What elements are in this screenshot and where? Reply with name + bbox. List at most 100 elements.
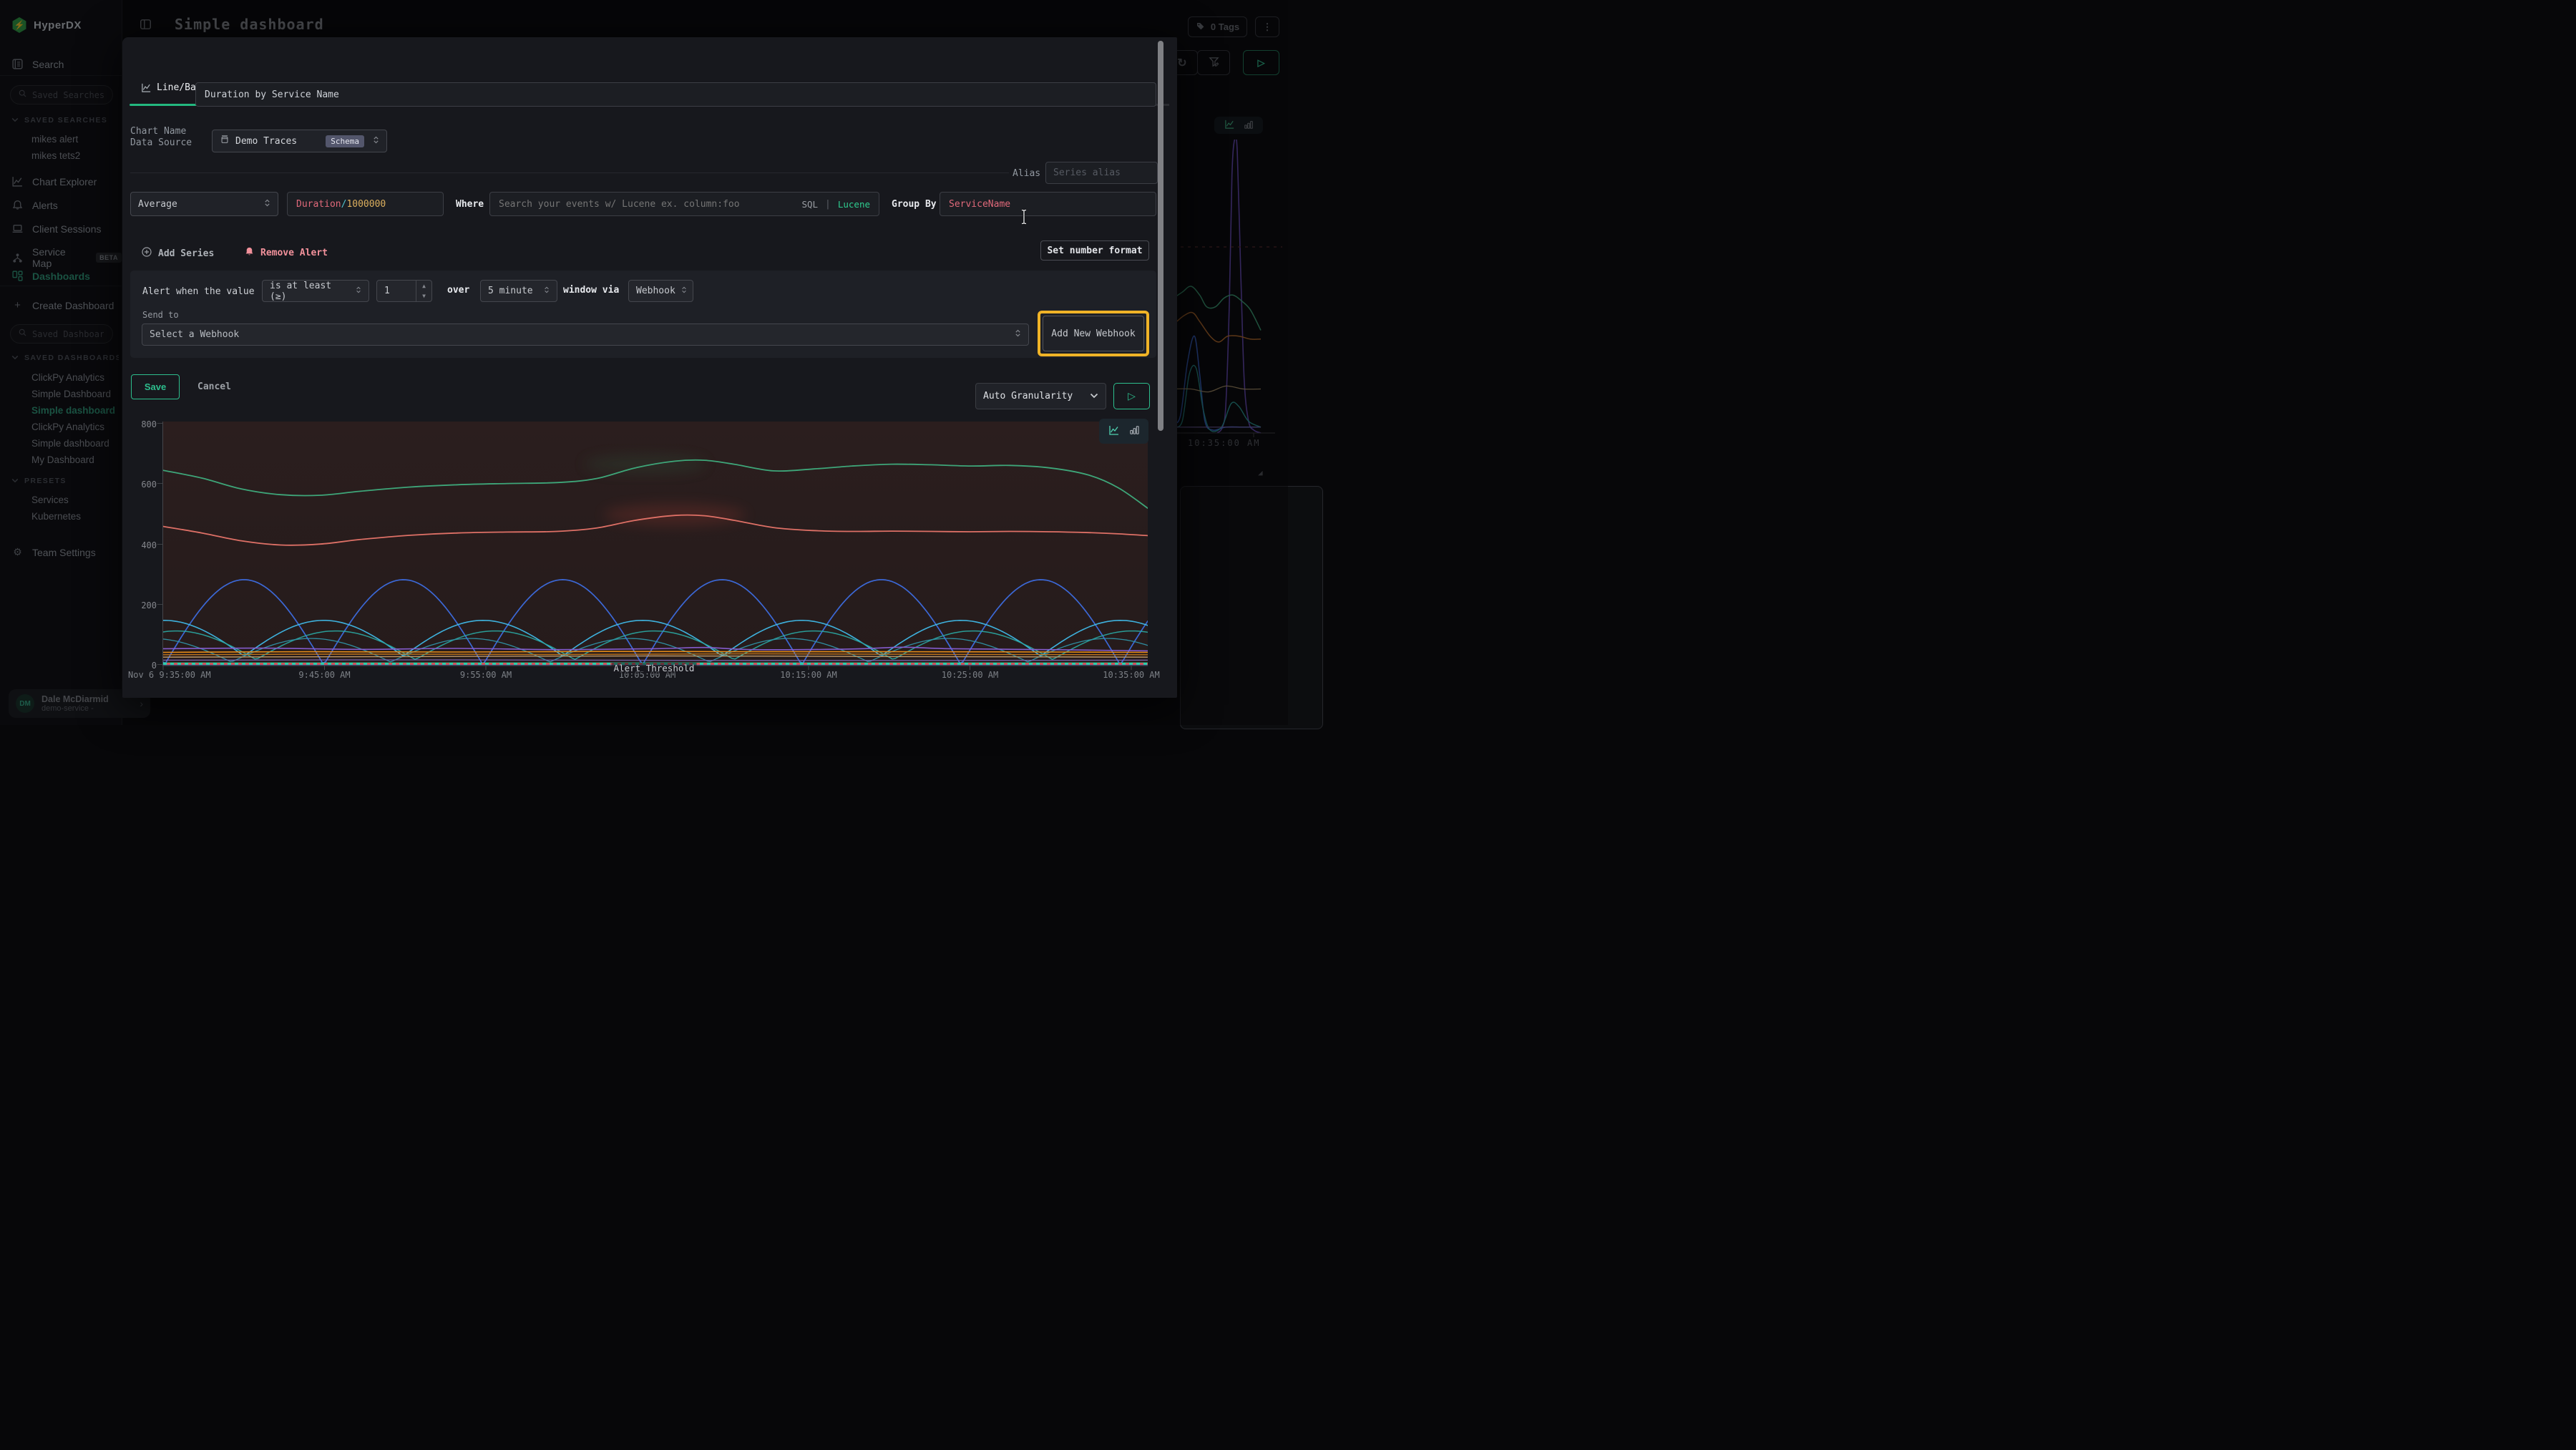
saved-searches-title[interactable]: SAVED SEARCHES xyxy=(11,116,119,125)
saved-searches-input[interactable] xyxy=(32,90,104,100)
x-tick-label: 10:25:00 AM xyxy=(942,670,998,680)
background-x-tick: 10:35:00 AM xyxy=(1188,438,1260,448)
chart-name-input[interactable] xyxy=(195,82,1156,107)
x-tick-label: 9:55:00 AM xyxy=(460,670,512,680)
sidebar-item-service-map[interactable]: Service Map BETA xyxy=(11,246,122,269)
updown-icon xyxy=(373,135,379,147)
sidebar-item-search[interactable]: Search xyxy=(11,58,64,70)
chart-explorer-icon xyxy=(11,175,24,188)
saved-dashboard-item[interactable]: My Dashboard xyxy=(31,452,122,468)
y-tick-label: 800 xyxy=(141,419,157,429)
saved-dashboards-title[interactable]: SAVED DASHBOARDS xyxy=(11,354,119,362)
caret-down-icon xyxy=(11,477,19,485)
stepper-arrows-icon[interactable]: ▲▼ xyxy=(416,281,431,301)
preset-item[interactable]: Kubernetes xyxy=(31,508,122,525)
caret-down-icon xyxy=(11,116,19,125)
group-by-input[interactable]: ServiceName xyxy=(940,192,1156,216)
filter-button[interactable] xyxy=(1197,50,1230,75)
set-number-format-button[interactable]: Set number format xyxy=(1040,240,1149,261)
background-chart-type-toggle[interactable] xyxy=(1214,117,1263,134)
resize-handle-icon[interactable]: ◢ xyxy=(1258,468,1263,477)
edit-chart-modal: Line/Bar Table 123 Number Search Markdow… xyxy=(122,37,1177,698)
saved-dashboard-item[interactable]: ClickPy Analytics xyxy=(31,419,122,435)
bar-chart-icon[interactable] xyxy=(1244,119,1254,132)
page-title: Simple dashboard xyxy=(175,16,324,33)
chart-type-toggle[interactable] xyxy=(1099,419,1148,444)
sql-mode-link[interactable]: SQL xyxy=(801,199,818,210)
tags-button[interactable]: 0 Tags xyxy=(1188,16,1247,37)
background-chart xyxy=(1174,140,1288,439)
presets-title[interactable]: PRESETS xyxy=(11,477,119,485)
granularity-select[interactable]: Auto Granularity xyxy=(975,383,1106,409)
saved-search-item[interactable]: mikes alert xyxy=(31,131,122,147)
updown-icon xyxy=(681,286,687,297)
gear-icon: ⚙ xyxy=(11,546,24,558)
alert-channel-select[interactable]: Webhook xyxy=(628,280,693,302)
data-source-select[interactable]: Demo Traces Schema xyxy=(212,130,387,152)
preset-item[interactable]: Services xyxy=(31,492,122,508)
saved-searches-search[interactable] xyxy=(10,85,113,104)
saved-search-item[interactable]: mikes tets2 xyxy=(31,147,122,164)
saved-dashboard-item[interactable]: Simple Dashboard xyxy=(31,386,122,402)
play-icon: ▷ xyxy=(1258,57,1265,69)
run-query-button[interactable]: ▷ xyxy=(1243,50,1279,75)
user-subtitle: demo-service - xyxy=(42,704,109,714)
saved-dashboard-item[interactable]: Simple dashboard xyxy=(31,435,122,452)
sidebar-item-team-settings[interactable]: ⚙ Team Settings xyxy=(11,546,96,558)
refresh-icon: ↻ xyxy=(1177,56,1186,70)
bell-icon xyxy=(11,199,24,211)
saved-dashboards-search[interactable] xyxy=(10,324,113,344)
modal-scrollbar[interactable] xyxy=(1158,41,1163,431)
bar-chart-icon[interactable] xyxy=(1129,424,1140,438)
expression-input[interactable]: Duration/1000000 xyxy=(287,192,444,216)
y-tick-label: 0 xyxy=(152,661,157,671)
cancel-button[interactable]: Cancel xyxy=(197,374,231,399)
alert-condition-select[interactable]: is at least (≥) xyxy=(262,280,369,302)
sidebar-item-chart-explorer[interactable]: Chart Explorer xyxy=(11,175,97,188)
alert-window-select[interactable]: 5 minute xyxy=(480,280,557,302)
brand[interactable]: ⚡ HyperDX xyxy=(11,17,82,33)
add-new-webhook-button[interactable]: Add New Webhook xyxy=(1043,316,1144,351)
series-alias-input[interactable] xyxy=(1045,162,1158,184)
y-tick-label: 600 xyxy=(141,480,157,490)
more-options-button[interactable]: ⋮ xyxy=(1255,16,1279,37)
schema-badge: Schema xyxy=(326,135,364,147)
search-icon xyxy=(18,89,27,102)
x-tick-label: 9:45:00 AM xyxy=(298,670,350,680)
x-tick-label: 10:35:00 AM xyxy=(1103,670,1159,680)
where-query-input[interactable] xyxy=(499,199,794,210)
alias-label: Alias xyxy=(1013,168,1040,179)
saved-dashboards-input[interactable] xyxy=(32,329,104,339)
alert-threshold-stepper[interactable]: ▲▼ xyxy=(376,280,432,302)
saved-dashboard-item[interactable]: Simple dashboard xyxy=(31,402,122,419)
alert-over-label: over xyxy=(447,285,469,296)
line-chart-icon[interactable] xyxy=(1108,424,1120,439)
dashboards-icon xyxy=(11,270,24,282)
play-icon: ▷ xyxy=(1128,390,1136,402)
lucene-mode-link[interactable]: Lucene xyxy=(838,199,870,210)
sidebar-item-client-sessions[interactable]: Client Sessions xyxy=(11,223,102,235)
saved-dashboards-list: ClickPy AnalyticsSimple DashboardSimple … xyxy=(31,369,122,468)
where-input[interactable]: SQL | Lucene xyxy=(489,192,879,216)
sidebar-collapse-icon[interactable] xyxy=(139,18,152,34)
text-cursor-icon xyxy=(1020,209,1028,228)
sidebar-item-dashboards[interactable]: Dashboards xyxy=(11,270,90,282)
sidebar: ⚡ HyperDX Search SAVED SEARCHES mikes al… xyxy=(0,0,122,725)
create-dashboard-button[interactable]: + Create Dashboard xyxy=(11,299,114,311)
run-chart-button[interactable]: ▷ xyxy=(1113,383,1150,409)
divider xyxy=(130,172,1009,173)
search-icon xyxy=(18,328,27,341)
chevron-right-icon: › xyxy=(140,698,143,709)
saved-dashboard-item[interactable]: ClickPy Analytics xyxy=(31,369,122,386)
remove-alert-button[interactable]: Remove Alert xyxy=(244,246,328,260)
hyperdx-logo-icon: ⚡ xyxy=(11,17,27,33)
sidebar-item-alerts[interactable]: Alerts xyxy=(11,199,58,211)
alert-threshold-input[interactable] xyxy=(377,286,410,296)
x-tick-label: Nov 6 9:35:00 AM xyxy=(128,670,211,680)
saved-searches-list: mikes alertmikes tets2 xyxy=(31,131,122,164)
alert-via-label: window via xyxy=(563,285,619,296)
add-webhook-highlight: Add New Webhook xyxy=(1038,311,1149,356)
webhook-select[interactable]: Select a Webhook xyxy=(142,323,1029,346)
kebab-icon: ⋮ xyxy=(1263,21,1272,33)
line-chart-icon[interactable] xyxy=(1224,119,1235,132)
